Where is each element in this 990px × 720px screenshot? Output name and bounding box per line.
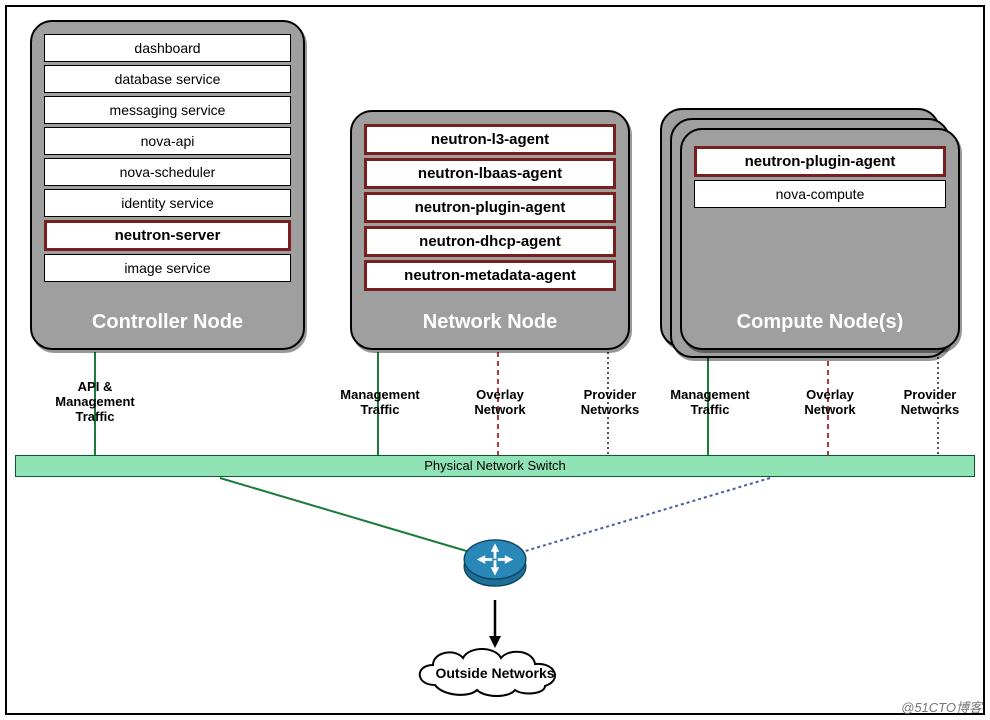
- controller-service-list: dashboard database service messaging servi…: [44, 34, 291, 282]
- outside-networks-text: Outside Networks: [435, 665, 554, 681]
- network-service-list: neutron-l3-agentneutron-lbaas-agentneutr…: [364, 124, 616, 291]
- label-comp-provider: Provider Networks: [885, 388, 975, 418]
- controller-service: messaging service: [44, 96, 291, 124]
- compute-service: neutron-plugin-agent: [694, 146, 946, 177]
- controller-title: Controller Node: [32, 311, 303, 334]
- network-service: neutron-lbaas-agent: [364, 158, 616, 189]
- network-title: Network Node: [352, 311, 628, 334]
- outside-networks-cloud: Outside Networks: [405, 640, 585, 700]
- watermark: @51CTO博客: [901, 697, 982, 716]
- controller-service: nova-scheduler: [44, 158, 291, 186]
- label-net-provider: Provider Networks: [555, 388, 665, 418]
- controller-service: dashboard: [44, 34, 291, 62]
- controller-service: database service: [44, 65, 291, 93]
- controller-service: image service: [44, 254, 291, 282]
- physical-switch: Physical Network Switch: [15, 455, 975, 477]
- controller-node: dashboard database service messaging servi…: [30, 20, 305, 350]
- compute-title: Compute Node(s): [682, 311, 958, 334]
- compute-service-list: neutron-plugin-agent nova-compute: [694, 146, 946, 208]
- network-service: neutron-l3-agent: [364, 124, 616, 155]
- label-comp-overlay: Overlay Network: [775, 388, 885, 418]
- compute-service: nova-compute: [694, 180, 946, 208]
- router-icon: [460, 528, 530, 598]
- label-api-mgmt: API & Management Traffic: [40, 380, 150, 425]
- network-node: neutron-l3-agentneutron-lbaas-agentneutr…: [350, 110, 630, 350]
- label-net-overlay: Overlay Network: [445, 388, 555, 418]
- label-net-mgmt: Management Traffic: [325, 388, 435, 418]
- network-service: neutron-dhcp-agent: [364, 226, 616, 257]
- label-comp-mgmt: Management Traffic: [655, 388, 765, 418]
- controller-service: nova-api: [44, 127, 291, 155]
- compute-node: neutron-plugin-agent nova-compute Compute…: [680, 128, 960, 350]
- controller-service: neutron-server: [44, 220, 291, 251]
- controller-service: identity service: [44, 189, 291, 217]
- network-service: neutron-plugin-agent: [364, 192, 616, 223]
- network-service: neutron-metadata-agent: [364, 260, 616, 291]
